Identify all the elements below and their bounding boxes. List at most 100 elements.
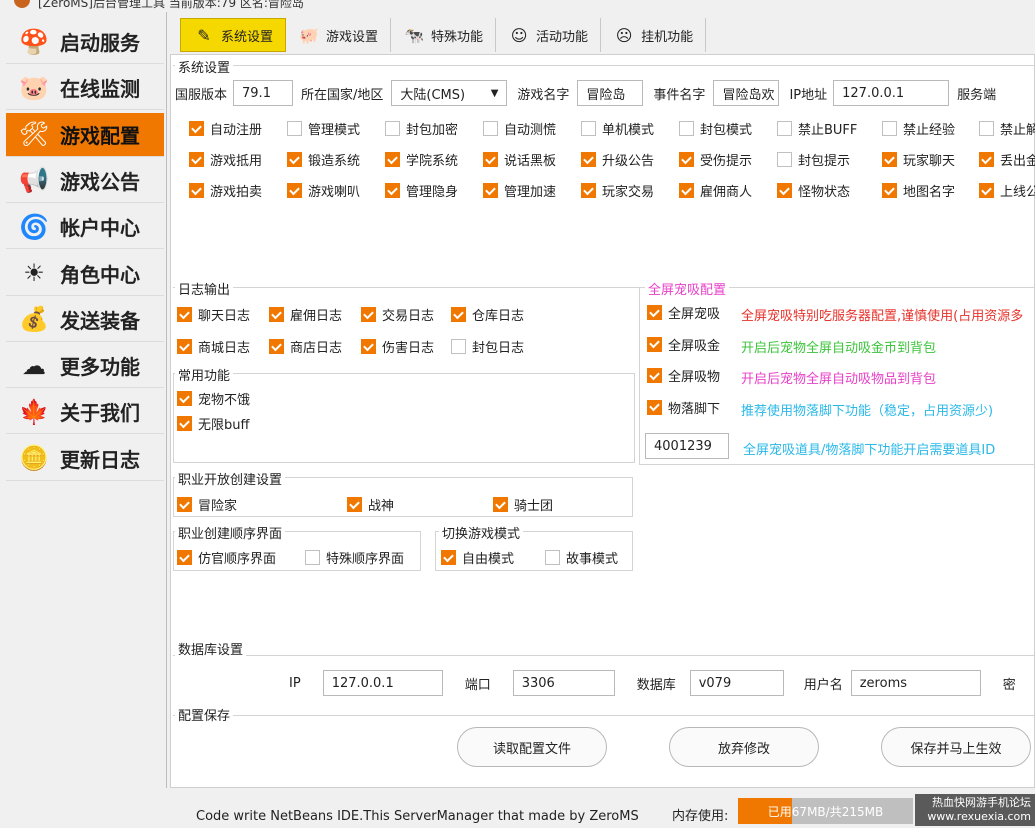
- job-order-checkbox[interactable]: 特殊顺序界面: [305, 548, 404, 567]
- checkbox-box[interactable]: [882, 183, 897, 198]
- system-option-checkbox[interactable]: 封包提示: [777, 150, 850, 169]
- checkbox-box[interactable]: [189, 183, 204, 198]
- checkbox-box[interactable]: [679, 183, 694, 198]
- checkbox-box[interactable]: [777, 152, 792, 167]
- system-option-checkbox[interactable]: 管理隐身: [385, 181, 458, 200]
- system-option-checkbox[interactable]: 封包加密: [385, 119, 458, 138]
- checkbox-box[interactable]: [177, 550, 192, 565]
- system-option-checkbox[interactable]: 玩家聊天: [882, 150, 955, 169]
- log-option-checkbox[interactable]: 商店日志: [269, 337, 342, 356]
- checkbox-box[interactable]: [882, 121, 897, 136]
- game-mode-checkbox[interactable]: 自由模式: [441, 548, 514, 567]
- db-user-input[interactable]: zeroms: [850, 670, 981, 696]
- tab-0[interactable]: ✎ 系统设置: [180, 18, 287, 52]
- checkbox-box[interactable]: [177, 391, 192, 406]
- checkbox-box[interactable]: [581, 152, 596, 167]
- system-option-checkbox[interactable]: 禁止经验: [882, 119, 955, 138]
- sidebar-item-2[interactable]: 🛠 游戏配置: [6, 112, 164, 157]
- common-option-checkbox[interactable]: 宠物不饿: [177, 389, 250, 408]
- system-option-checkbox[interactable]: 地图名字: [882, 181, 955, 200]
- sidebar-item-6[interactable]: 💰 发送装备: [6, 298, 164, 342]
- checkbox-box[interactable]: [451, 339, 466, 354]
- checkbox-box[interactable]: [483, 183, 498, 198]
- checkbox-box[interactable]: [189, 121, 204, 136]
- checkbox-box[interactable]: [581, 183, 596, 198]
- checkbox-box[interactable]: [287, 152, 302, 167]
- checkbox-box[interactable]: [385, 121, 400, 136]
- checkbox-box[interactable]: [269, 339, 284, 354]
- checkbox-box[interactable]: [177, 497, 192, 512]
- job-open-checkbox[interactable]: 骑士团: [493, 495, 553, 514]
- checkbox-box[interactable]: [361, 307, 376, 322]
- system-option-checkbox[interactable]: 受伤提示: [679, 150, 752, 169]
- common-option-checkbox[interactable]: 无限buff: [177, 414, 249, 433]
- checkbox-box[interactable]: [679, 152, 694, 167]
- sidebar-item-7[interactable]: ☁ 更多功能: [6, 344, 164, 389]
- system-option-checkbox[interactable]: 学院系统: [385, 150, 458, 169]
- item-id-input[interactable]: 4001239: [645, 433, 729, 459]
- db-port-input[interactable]: 3306: [512, 670, 615, 696]
- save-apply-button[interactable]: 保存并马上生效: [881, 727, 1031, 767]
- log-option-checkbox[interactable]: 聊天日志: [177, 305, 250, 324]
- system-option-checkbox[interactable]: 管理模式: [287, 119, 360, 138]
- version-input[interactable]: 79.1: [233, 80, 294, 106]
- checkbox-box[interactable]: [979, 183, 994, 198]
- log-option-checkbox[interactable]: 商城日志: [177, 337, 250, 356]
- checkbox-box[interactable]: [647, 336, 662, 352]
- checkbox-box[interactable]: [287, 121, 302, 136]
- checkbox-box[interactable]: [361, 339, 376, 354]
- checkbox-box[interactable]: [441, 550, 456, 565]
- system-option-checkbox[interactable]: 封包模式: [679, 119, 752, 138]
- load-config-button[interactable]: 读取配置文件: [457, 727, 607, 767]
- tab-2[interactable]: 🐄 特殊功能: [391, 18, 497, 52]
- system-option-checkbox[interactable]: 游戏喇叭: [287, 181, 360, 200]
- checkbox-box[interactable]: [979, 152, 994, 167]
- system-option-checkbox[interactable]: 游戏抵用: [189, 150, 262, 169]
- checkbox-box[interactable]: [305, 550, 320, 565]
- sidebar-item-1[interactable]: 🐷 在线监测: [6, 66, 164, 111]
- game-name-input[interactable]: 冒险岛: [577, 80, 644, 106]
- checkbox-box[interactable]: [777, 121, 792, 136]
- checkbox-box[interactable]: [647, 399, 662, 415]
- sidebar-item-9[interactable]: 🪙 更新日志: [6, 437, 164, 481]
- sidebar-item-4[interactable]: 🌀 帐户中心: [6, 205, 164, 250]
- system-option-checkbox[interactable]: 怪物状态: [777, 181, 850, 200]
- ip-input[interactable]: 127.0.0.1: [833, 80, 950, 106]
- log-option-checkbox[interactable]: 封包日志: [451, 337, 524, 356]
- log-option-checkbox[interactable]: 雇佣日志: [269, 305, 342, 324]
- pet-option-checkbox[interactable]: 全屏吸物: [647, 366, 720, 385]
- checkbox-box[interactable]: [287, 183, 302, 198]
- system-option-checkbox[interactable]: 单机模式: [581, 119, 654, 138]
- system-option-checkbox[interactable]: 玩家交易: [581, 181, 654, 200]
- checkbox-box[interactable]: [451, 307, 466, 322]
- job-order-checkbox[interactable]: 仿官顺序界面: [177, 548, 276, 567]
- system-option-checkbox[interactable]: 禁止解: [979, 119, 1035, 138]
- system-option-checkbox[interactable]: 管理加速: [483, 181, 556, 200]
- job-open-checkbox[interactable]: 冒险家: [177, 495, 237, 514]
- system-option-checkbox[interactable]: 说话黑板: [483, 150, 556, 169]
- sidebar-item-5[interactable]: ☀ 角色中心: [6, 252, 164, 296]
- pet-option-checkbox[interactable]: 物落脚下: [647, 398, 720, 417]
- tab-1[interactable]: 🐖 游戏设置: [286, 18, 392, 52]
- checkbox-box[interactable]: [979, 121, 994, 136]
- checkbox-box[interactable]: [269, 307, 284, 322]
- system-option-checkbox[interactable]: 禁止BUFF: [777, 119, 857, 138]
- checkbox-box[interactable]: [483, 121, 498, 136]
- discard-changes-button[interactable]: 放弃修改: [669, 727, 819, 767]
- system-option-checkbox[interactable]: 雇佣商人: [679, 181, 752, 200]
- sidebar-item-3[interactable]: 📢 游戏公告: [6, 159, 164, 203]
- checkbox-box[interactable]: [385, 152, 400, 167]
- checkbox-box[interactable]: [679, 121, 694, 136]
- system-option-checkbox[interactable]: 升级公告: [581, 150, 654, 169]
- tab-3[interactable]: ☺ 活动功能: [496, 18, 602, 52]
- db-ip-input[interactable]: 127.0.0.1: [322, 670, 443, 696]
- log-option-checkbox[interactable]: 仓库日志: [451, 305, 524, 324]
- checkbox-box[interactable]: [647, 305, 662, 320]
- event-name-input[interactable]: 冒险岛欢: [713, 80, 780, 106]
- tab-4[interactable]: ☹ 挂机功能: [601, 18, 707, 52]
- system-option-checkbox[interactable]: 锻造系统: [287, 150, 360, 169]
- pet-option-checkbox[interactable]: 全屏吸金: [647, 335, 720, 354]
- checkbox-box[interactable]: [177, 339, 192, 354]
- checkbox-box[interactable]: [189, 152, 204, 167]
- checkbox-box[interactable]: [385, 183, 400, 198]
